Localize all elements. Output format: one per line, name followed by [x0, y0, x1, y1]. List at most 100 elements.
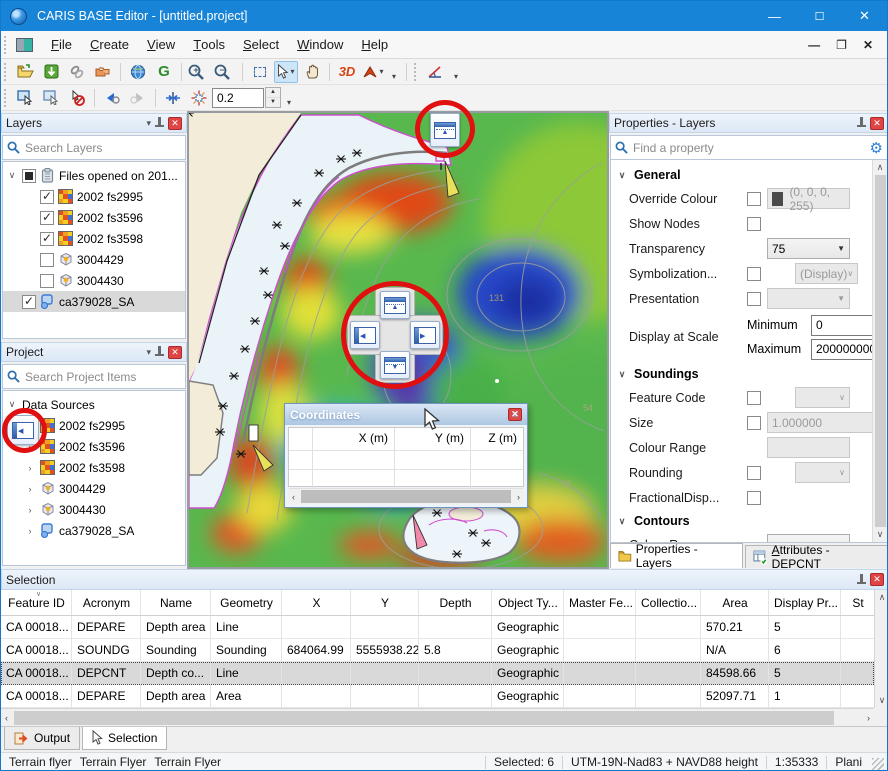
- pan-button[interactable]: [300, 61, 324, 83]
- layer-checkbox[interactable]: [40, 190, 54, 204]
- coordinates-titlebar[interactable]: Coordinates ✕: [285, 404, 527, 425]
- child-minimize-button[interactable]: —: [808, 38, 820, 52]
- maximize-button[interactable]: ☐: [797, 1, 842, 31]
- toolbar-grip[interactable]: [4, 89, 9, 107]
- symbolization-checkbox[interactable]: [747, 267, 761, 281]
- dock-target-left[interactable]: ◀: [350, 321, 380, 349]
- collapse-icon[interactable]: ∨: [616, 369, 628, 380]
- show-nodes-checkbox[interactable]: [747, 217, 761, 231]
- layer-checkbox[interactable]: [22, 295, 36, 309]
- child-restore-button[interactable]: ❐: [836, 38, 847, 52]
- table-row[interactable]: CA 00018...DEPARE Depth areaArea Geograp…: [1, 685, 874, 708]
- toolbar-overflow-button[interactable]: ▾: [287, 98, 291, 110]
- layer-item[interactable]: 2002 fs2995: [3, 186, 185, 207]
- coord-col-x[interactable]: X (m): [313, 428, 395, 451]
- fractional-display-checkbox[interactable]: [747, 491, 761, 505]
- contours-colour-range-dropdown[interactable]: ▼: [767, 534, 850, 543]
- menu-file[interactable]: File: [42, 31, 81, 58]
- layer-checkbox[interactable]: [40, 253, 54, 267]
- project-item[interactable]: › 2002 fs3598: [3, 457, 185, 478]
- col-object-type[interactable]: Object Ty...: [492, 590, 564, 615]
- open-project-button[interactable]: [13, 61, 37, 83]
- col-status[interactable]: St: [841, 590, 874, 615]
- layer-checkbox[interactable]: [22, 169, 36, 183]
- property-search[interactable]: ⚙: [610, 135, 888, 160]
- coordinates-hscrollbar[interactable]: ‹ ›: [288, 489, 524, 504]
- dock-edge-left[interactable]: ◀: [7, 415, 39, 445]
- table-header-row[interactable]: ∨Feature ID Acronym Name Geometry X Y De…: [1, 590, 874, 616]
- project-search-input[interactable]: [25, 370, 181, 384]
- pin-icon[interactable]: [155, 117, 164, 129]
- rounding-checkbox[interactable]: [747, 466, 761, 480]
- layer-checkbox[interactable]: [40, 211, 54, 225]
- menu-window[interactable]: Window: [288, 31, 352, 58]
- snap-radius-button[interactable]: [187, 87, 211, 109]
- presentation-dropdown[interactable]: ▼: [767, 288, 850, 309]
- scrollbar-thumb[interactable]: [14, 711, 834, 725]
- scrollbar-thumb[interactable]: [301, 490, 511, 503]
- close-icon[interactable]: ✕: [870, 573, 884, 586]
- layer-item-selected[interactable]: ca379028_SA: [3, 291, 185, 312]
- minimize-button[interactable]: —: [752, 1, 797, 31]
- layers-panel-header[interactable]: Layers ▾ ✕: [1, 113, 187, 133]
- close-icon[interactable]: ✕: [508, 408, 522, 421]
- child-close-button[interactable]: ✕: [863, 38, 873, 52]
- project-item[interactable]: › ca379028_SA: [3, 520, 185, 541]
- project-item[interactable]: › 3004429: [3, 478, 185, 499]
- section-contours[interactable]: ∨Contours: [611, 510, 872, 532]
- dock-target-up[interactable]: ▲: [380, 291, 410, 319]
- coord-col-z[interactable]: Z (m): [471, 428, 523, 451]
- menu-create[interactable]: Create: [81, 31, 138, 58]
- select-tool-button[interactable]: ▾: [274, 61, 298, 83]
- gear-icon[interactable]: ⚙: [870, 139, 883, 157]
- google-earth-button[interactable]: G: [152, 61, 176, 83]
- transparency-dropdown[interactable]: 75▼: [767, 238, 850, 259]
- col-depth[interactable]: Depth: [419, 590, 492, 615]
- size-input[interactable]: [767, 412, 888, 433]
- tree-root[interactable]: ∨ Data Sources: [3, 394, 185, 415]
- table-row[interactable]: CA 00018...DEPARE Depth areaLine Geograp…: [1, 616, 874, 639]
- selection-hscrollbar[interactable]: ‹ ›: [1, 708, 874, 726]
- layer-item[interactable]: 2002 fs3598: [3, 228, 185, 249]
- menu-select[interactable]: Select: [234, 31, 288, 58]
- zoom-in-button[interactable]: +: [187, 61, 211, 83]
- project-item[interactable]: › 3004430: [3, 499, 185, 520]
- col-acronym[interactable]: Acronym: [72, 590, 141, 615]
- symbolization-dropdown[interactable]: (Display)∨: [795, 263, 858, 284]
- col-feature-id[interactable]: ∨Feature ID: [1, 590, 72, 615]
- web-map-button[interactable]: [126, 61, 150, 83]
- toolbar-overflow-button[interactable]: ▾: [392, 72, 396, 84]
- col-display-priority[interactable]: Display Pr...: [769, 590, 841, 615]
- layer-checkbox[interactable]: [40, 232, 54, 246]
- properties-panel-header[interactable]: Properties - Layers ✕: [609, 113, 888, 133]
- tolerance-spinner[interactable]: ▲▼: [265, 87, 281, 108]
- coordinates-window[interactable]: Coordinates ✕ X (m) Y (m) Z (m) ‹ ›: [284, 403, 528, 508]
- section-soundings[interactable]: ∨Soundings: [611, 363, 872, 385]
- link-data-button[interactable]: [65, 61, 89, 83]
- feature-code-checkbox[interactable]: [747, 391, 761, 405]
- pin-icon[interactable]: [155, 346, 164, 358]
- menu-tools[interactable]: Tools: [184, 31, 234, 58]
- pin-icon[interactable]: [857, 117, 866, 129]
- zoom-window-button[interactable]: [248, 61, 272, 83]
- expander-icon[interactable]: ∨: [6, 399, 18, 410]
- title-bar[interactable]: CARIS BASE Editor - [untitled.project] —…: [1, 1, 887, 31]
- select-partial-button[interactable]: [39, 87, 63, 109]
- menu-help[interactable]: Help: [352, 31, 397, 58]
- manage-files-button[interactable]: [91, 61, 115, 83]
- col-x[interactable]: X: [282, 590, 351, 615]
- expander-icon[interactable]: ›: [24, 505, 36, 515]
- panel-menu-icon[interactable]: ▾: [146, 347, 151, 358]
- expander-icon[interactable]: ›: [24, 526, 36, 536]
- coord-col-y[interactable]: Y (m): [395, 428, 471, 451]
- zoom-out-button[interactable]: −: [213, 61, 237, 83]
- project-search[interactable]: [2, 364, 186, 389]
- collapse-icon[interactable]: ∨: [616, 170, 628, 181]
- coord-row[interactable]: [289, 470, 523, 489]
- previous-selection-button[interactable]: [100, 87, 124, 109]
- tab-attributes-depcnt[interactable]: Attributes - DEPCNT: [745, 545, 888, 568]
- table-row-selected[interactable]: CA 00018...DEPCNT Depth co...Line Geogra…: [1, 662, 874, 685]
- table-row[interactable]: CA 00018...SOUNDG SoundingSounding 68406…: [1, 639, 874, 662]
- panel-menu-icon[interactable]: ▾: [146, 118, 151, 129]
- colour-range-dropdown[interactable]: [767, 437, 850, 458]
